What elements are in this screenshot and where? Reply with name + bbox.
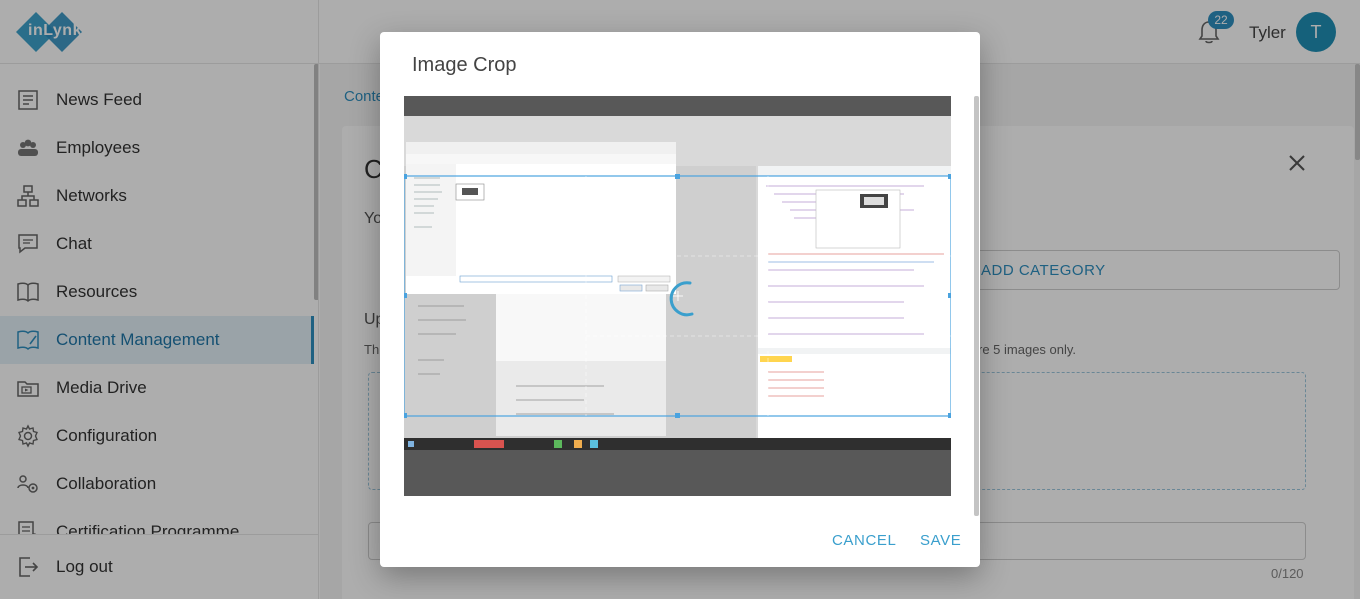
dialog-scrollbar[interactable] [974, 96, 979, 516]
cancel-button[interactable]: CANCEL [832, 532, 896, 549]
crop-image-preview [404, 116, 951, 450]
dialog-title: Image Crop [412, 54, 517, 76]
image-crop-dialog: Image Crop CANCEL SAVE [380, 32, 980, 567]
crop-area[interactable] [404, 96, 951, 496]
save-button[interactable]: SAVE [920, 532, 961, 549]
